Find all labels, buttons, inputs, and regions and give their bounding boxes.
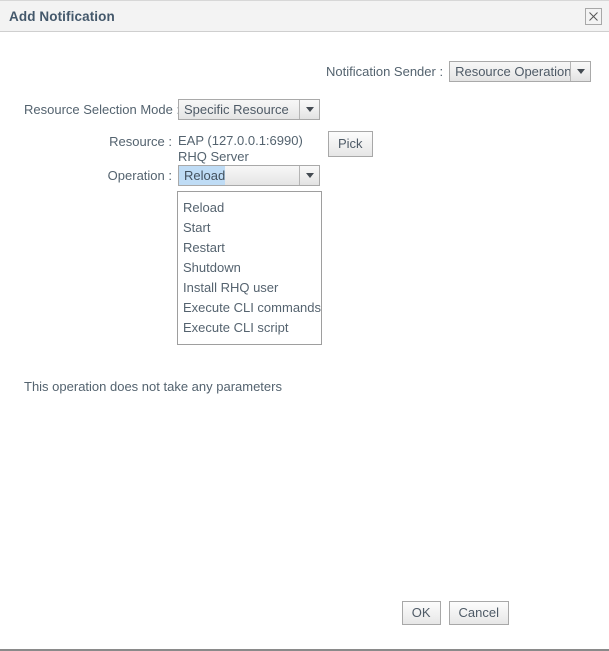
operation-row: Operation : Reload: [24, 165, 320, 186]
add-notification-dialog: Add Notification Notification Sender : R…: [0, 0, 609, 651]
dropdown-item[interactable]: Execute CLI script: [178, 318, 321, 338]
resource-selection-mode-label: Resource Selection Mode :: [24, 102, 181, 117]
notification-sender-select[interactable]: Resource Operations: [449, 61, 592, 82]
pick-button[interactable]: Pick: [328, 131, 373, 157]
notification-sender-row: Notification Sender : Resource Operation…: [326, 61, 592, 82]
dropdown-item[interactable]: Restart: [178, 238, 321, 258]
cancel-button[interactable]: Cancel: [448, 601, 509, 625]
dialog-title: Add Notification: [9, 9, 115, 24]
resource-selection-mode-value: Specific Resource: [184, 102, 289, 117]
dropdown-item[interactable]: Install RHQ user: [178, 278, 321, 298]
close-icon: [586, 12, 601, 21]
dropdown-item[interactable]: Execute CLI commands: [178, 298, 321, 318]
operation-label: Operation :: [107, 168, 172, 183]
resource-value: EAP (127.0.0.1:6990) RHQ Server: [178, 133, 303, 164]
notification-sender-value: Resource Operations: [455, 64, 571, 79]
dropdown-item[interactable]: Shutdown: [178, 258, 321, 278]
resource-selection-mode-row: Resource Selection Mode : Specific Resou…: [24, 99, 320, 120]
parameters-note: This operation does not take any paramet…: [24, 379, 282, 394]
dialog-titlebar: Add Notification: [0, 0, 609, 32]
resource-selection-mode-select[interactable]: Specific Resource: [178, 99, 320, 120]
dropdown-item[interactable]: Start: [178, 218, 321, 238]
chevron-down-icon: [570, 62, 591, 81]
dialog-footer: OK Cancel: [0, 600, 609, 626]
operation-dropdown-list[interactable]: Reload Start Restart Shutdown Install RHQ us…: [177, 191, 322, 345]
ok-button[interactable]: OK: [401, 601, 441, 625]
dropdown-item[interactable]: Reload: [178, 198, 321, 218]
operation-select[interactable]: Reload: [178, 165, 320, 186]
chevron-down-icon: [299, 100, 319, 119]
notification-sender-label: Notification Sender :: [326, 64, 444, 79]
close-button[interactable]: [585, 8, 602, 25]
resource-label: Resource :: [109, 134, 172, 149]
resource-row: Resource : EAP (127.0.0.1:6990) RHQ Serv…: [24, 131, 373, 165]
operation-value: Reload: [179, 166, 226, 185]
chevron-down-icon: [299, 166, 319, 185]
